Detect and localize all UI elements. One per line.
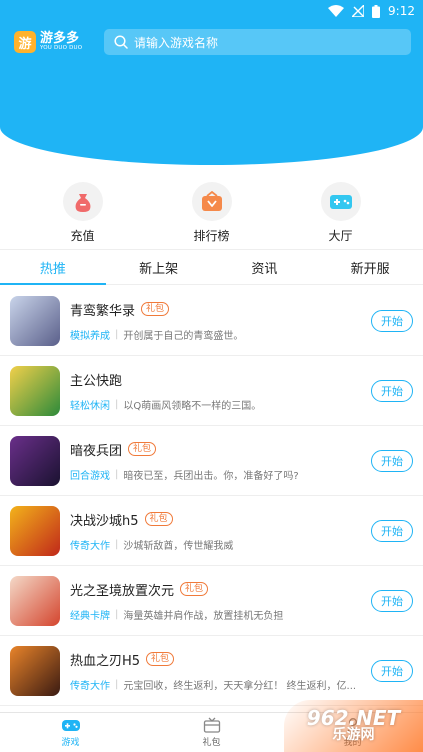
- watermark-top: 962.NET: [306, 706, 401, 731]
- logo-text: 游多多 YOU DUO DUO: [40, 32, 82, 52]
- start-button[interactable]: 开始: [371, 379, 413, 402]
- header-banner: 9:12 游 游多多 YOU DUO DUO 请输入游戏名称: [0, 0, 423, 165]
- category-lobby[interactable]: 大厅: [306, 182, 376, 244]
- category-shortcuts: 充值 排行榜 大厅: [0, 182, 423, 244]
- site-watermark: 962.NET 乐游网: [284, 700, 423, 752]
- game-title: 主公快跑: [70, 373, 123, 389]
- app-name: 游多多: [40, 31, 80, 47]
- category-recharge[interactable]: 充值: [48, 182, 118, 244]
- game-info: 主公快跑 轻松休闲 | 以Q萌画风领略不一样的三国。: [70, 370, 363, 412]
- start-button[interactable]: 开始: [371, 309, 413, 332]
- game-info: 暗夜兵团 礼包 回合游戏 | 暗夜已至，兵团出击。你，准备好了吗?: [70, 440, 363, 482]
- game-info: 决战沙城h5 礼包 传奇大作 | 沙城斩敌酋，传世耀我威: [70, 510, 363, 552]
- game-info: 光之圣境放置次元 礼包 经典卡牌 | 海量英雄并肩作战，放置挂机无负担: [70, 580, 363, 622]
- tab-hot[interactable]: 热推: [0, 250, 106, 285]
- app-logo[interactable]: 游 游多多 YOU DUO DUO: [14, 31, 104, 53]
- list-item[interactable]: 热血之刃H5 礼包 传奇大作 | 元宝回收，终生返利，天天拿分红！ 终生返利，亿...…: [0, 636, 423, 706]
- game-thumbnail: [10, 435, 60, 486]
- game-title: 暗夜兵团: [70, 443, 123, 459]
- list-item[interactable]: 暗夜兵团 礼包 回合游戏 | 暗夜已至，兵团出击。你，准备好了吗? 开始: [0, 426, 423, 496]
- nav-gifts[interactable]: 礼包: [141, 713, 282, 752]
- game-controller-icon: [61, 720, 80, 731]
- status-time: 9:12: [388, 4, 415, 18]
- tab-new-release[interactable]: 新上架: [106, 250, 212, 284]
- list-item[interactable]: 光之圣境放置次元 礼包 经典卡牌 | 海量英雄并肩作战，放置挂机无负担 开始: [0, 566, 423, 636]
- tab-new-server[interactable]: 新开服: [317, 250, 423, 284]
- search-placeholder: 请输入游戏名称: [134, 35, 219, 50]
- gift-badge: 礼包: [128, 442, 157, 456]
- game-genre: 传奇大作: [70, 680, 110, 692]
- game-info: 热血之刃H5 礼包 传奇大作 | 元宝回收，终生返利，天天拿分红！ 终生返利，亿...: [70, 650, 363, 692]
- wifi-icon: [328, 5, 345, 17]
- game-genre: 经典卡牌: [70, 610, 110, 622]
- game-description: 沙城斩敌酋，传世耀我威: [123, 540, 234, 552]
- category-label: 大厅: [328, 229, 353, 243]
- tab-news[interactable]: 资讯: [212, 250, 318, 284]
- watermark-bottom: 乐游网: [332, 727, 375, 744]
- money-bag-icon: [62, 182, 103, 221]
- ranking-icon: [191, 182, 232, 221]
- game-thumbnail: [10, 645, 60, 696]
- game-description: 暗夜已至，兵团出击。你，准备好了吗?: [123, 470, 299, 482]
- game-title: 决战沙城h5: [70, 513, 139, 529]
- game-description: 海量英雄并肩作战，放置挂机无负担: [123, 610, 284, 622]
- game-description: 开创属于自己的青鸾盛世。: [123, 330, 244, 342]
- tab-bar: 热推 新上架 资讯 新开服: [0, 249, 423, 285]
- battery-icon: [372, 4, 381, 18]
- game-title: 青鸾繁华录: [70, 303, 136, 319]
- start-button[interactable]: 开始: [371, 589, 413, 612]
- category-ranking[interactable]: 排行榜: [177, 182, 247, 244]
- separator: |: [115, 678, 119, 690]
- category-label: 充值: [70, 229, 95, 243]
- separator: |: [115, 538, 119, 550]
- gamepad-icon: [320, 182, 361, 221]
- app-name-en: YOU DUO DUO: [40, 45, 83, 52]
- list-item[interactable]: 决战沙城h5 礼包 传奇大作 | 沙城斩敌酋，传世耀我威 开始: [0, 496, 423, 566]
- game-title: 光之圣境放置次元: [70, 583, 175, 599]
- gift-box-icon: [203, 717, 220, 733]
- search-icon: [114, 35, 128, 49]
- status-bar: 9:12: [0, 0, 423, 22]
- game-genre: 回合游戏: [70, 470, 110, 482]
- separator: |: [115, 328, 119, 340]
- game-genre: 模拟养成: [70, 330, 110, 342]
- game-description: 以Q萌画风领略不一样的三国。: [123, 400, 262, 412]
- game-thumbnail: [10, 505, 60, 556]
- start-button[interactable]: 开始: [371, 659, 413, 682]
- start-button[interactable]: 开始: [371, 519, 413, 542]
- list-item[interactable]: 青鸾繁华录 礼包 模拟养成 | 开创属于自己的青鸾盛世。 开始: [0, 286, 423, 356]
- game-thumbnail: [10, 575, 60, 626]
- list-item[interactable]: 主公快跑 轻松休闲 | 以Q萌画风领略不一样的三国。 开始: [0, 356, 423, 426]
- start-button[interactable]: 开始: [371, 449, 413, 472]
- logo-badge: 游: [14, 31, 36, 53]
- separator: |: [115, 398, 119, 410]
- no-signal-icon: [352, 5, 365, 17]
- top-bar: 游 游多多 YOU DUO DUO 请输入游戏名称: [14, 28, 411, 56]
- nav-games[interactable]: 游戏: [0, 713, 141, 752]
- game-title: 热血之刃H5: [70, 653, 141, 669]
- nav-label: 游戏: [61, 738, 80, 748]
- game-genre: 轻松休闲: [70, 400, 110, 412]
- gift-badge: 礼包: [144, 512, 173, 526]
- game-thumbnail: [10, 295, 60, 346]
- gift-badge: 礼包: [146, 652, 175, 666]
- gift-badge: 礼包: [180, 582, 209, 596]
- gift-badge: 礼包: [141, 302, 170, 316]
- game-genre: 传奇大作: [70, 540, 110, 552]
- game-list: 青鸾繁华录 礼包 模拟养成 | 开创属于自己的青鸾盛世。 开始 主公快跑 轻松休闲 | 以…: [0, 286, 423, 706]
- category-label: 排行榜: [193, 229, 230, 243]
- game-description: 元宝回收，终生返利，天天拿分红！ 终生返利，亿...: [123, 680, 357, 692]
- nav-label: 礼包: [202, 738, 221, 748]
- game-thumbnail: [10, 365, 60, 416]
- separator: |: [115, 468, 119, 480]
- game-info: 青鸾繁华录 礼包 模拟养成 | 开创属于自己的青鸾盛世。: [70, 300, 363, 342]
- search-bar[interactable]: 请输入游戏名称: [104, 29, 411, 55]
- separator: |: [115, 608, 119, 620]
